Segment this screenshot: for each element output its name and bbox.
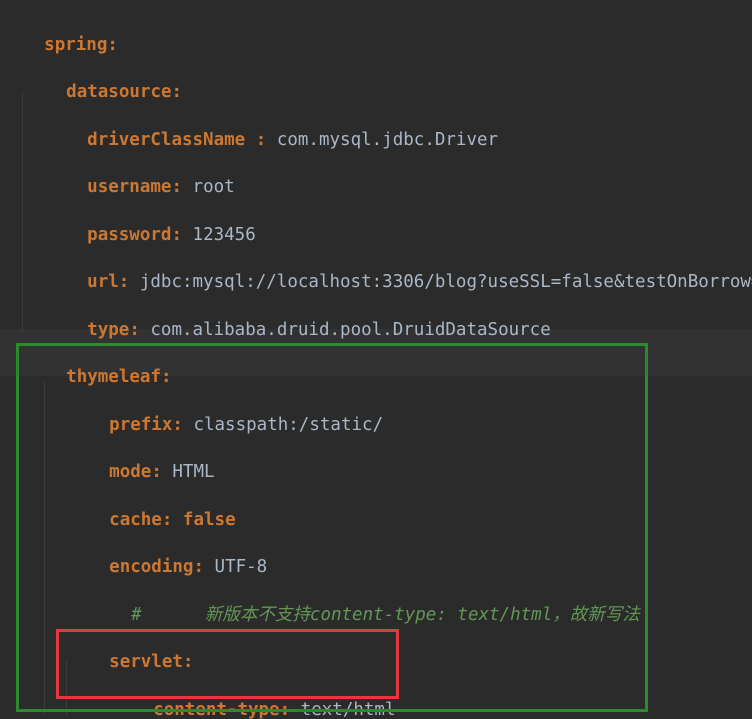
code-line-url[interactable]: url: jdbc:mysql://localhost:3306/blog?us… [45,246,752,292]
yaml-separator: : [245,130,277,150]
yaml-value: com.alibaba.druid.pool.DruidDataSource [150,320,551,340]
yaml-key: spring [44,35,108,55]
code-line-driverclassname[interactable]: driverClassName : com.mysql.jdbc.Driver [45,104,498,150]
yaml-value: 123456 [192,225,256,245]
code-line-type[interactable]: type: com.alibaba.druid.pool.DruidDataSo… [45,294,551,340]
yaml-separator: : [118,272,140,292]
servlet-highlight-box [56,629,399,699]
yaml-value: jdbc:mysql://localhost:3306/blog?useSSL=… [139,272,752,292]
yaml-value: com.mysql.jdbc.Driver [276,130,499,150]
yaml-colon: : [171,82,183,102]
yaml-key: url [87,272,119,292]
code-editor[interactable]: spring: datasource: driverClassName : co… [0,0,752,719]
yaml-separator: : [129,320,151,340]
yaml-value: root [192,177,235,197]
code-line-password[interactable]: password: 123456 [45,199,256,245]
yaml-separator: : [171,177,193,197]
yaml-key: driverClassName [87,130,246,150]
indent-guide [22,92,23,332]
code-line-datasource[interactable]: datasource: [24,56,182,102]
yaml-key: username [87,177,172,197]
yaml-key: type [87,320,130,340]
yaml-separator: : [171,225,193,245]
yaml-key: password [87,225,172,245]
yaml-key: datasource [66,82,172,102]
code-line-username[interactable]: username: root [45,151,235,197]
yaml-colon: : [107,35,118,55]
code-line-spring[interactable]: spring: [2,9,118,55]
